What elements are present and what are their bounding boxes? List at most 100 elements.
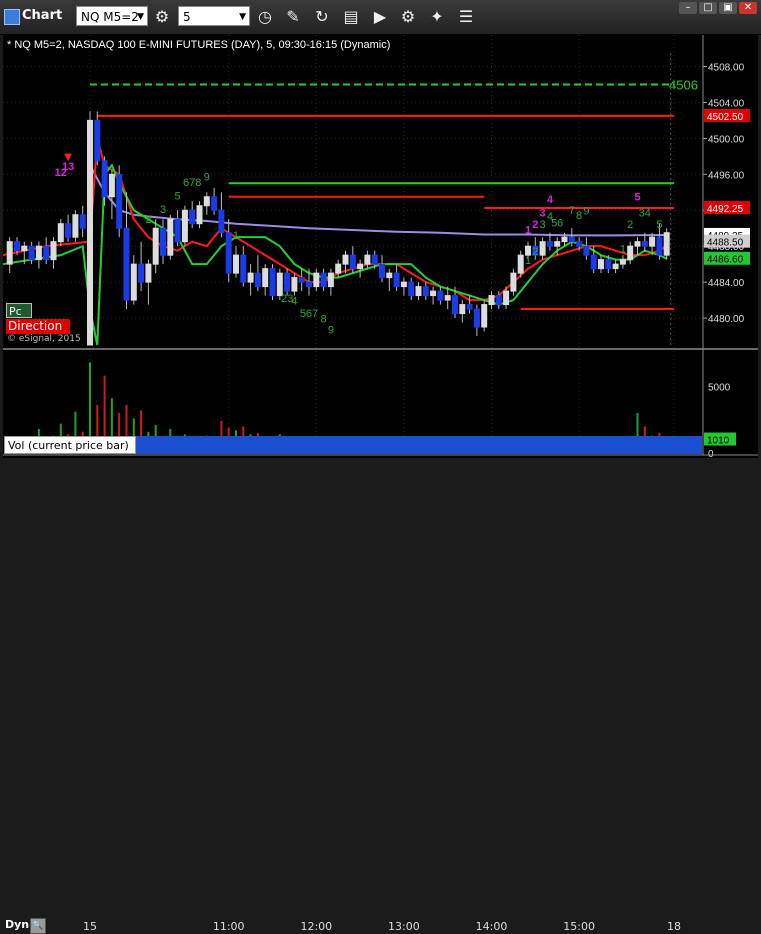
candle-body bbox=[87, 119, 93, 346]
candle-body bbox=[43, 245, 50, 261]
price-tick-label: 4504.00 bbox=[708, 98, 745, 109]
candle-body bbox=[284, 272, 291, 292]
direction-indicator[interactable]: Direction bbox=[6, 319, 70, 334]
candle-body bbox=[663, 232, 670, 256]
candle-body bbox=[641, 241, 648, 247]
candle-body bbox=[108, 173, 115, 198]
candle-body bbox=[612, 263, 619, 270]
candle-body bbox=[627, 245, 634, 261]
td-count-label: 1 bbox=[525, 255, 531, 267]
candle-body bbox=[561, 236, 568, 243]
candle-body bbox=[160, 227, 166, 256]
td-count-label: 2 bbox=[532, 219, 538, 231]
settings-icon[interactable]: ⚙ bbox=[151, 6, 173, 28]
candle-body bbox=[320, 272, 327, 288]
candle-body bbox=[6, 241, 13, 265]
candle-body bbox=[152, 227, 159, 265]
candle-body bbox=[291, 277, 298, 292]
candle-body bbox=[517, 254, 524, 274]
candle-body bbox=[430, 290, 437, 297]
candle-body bbox=[598, 259, 604, 270]
candle-body bbox=[473, 308, 480, 328]
time-tick-label: 18 bbox=[667, 920, 681, 933]
candle-body bbox=[306, 281, 312, 288]
candle-body bbox=[225, 232, 232, 274]
close-button[interactable]: ✕ bbox=[739, 2, 757, 14]
candle-body bbox=[349, 254, 356, 270]
symbol-list-icon[interactable]: ▤ bbox=[340, 6, 362, 28]
candle-body bbox=[408, 281, 415, 297]
candle-body bbox=[14, 241, 20, 252]
restore-button[interactable]: ▣ bbox=[719, 2, 737, 14]
td-count-label: 567 bbox=[300, 308, 318, 320]
candle-body bbox=[35, 245, 42, 261]
candle-body bbox=[203, 196, 210, 207]
candle-body bbox=[444, 295, 451, 301]
candle-body bbox=[174, 218, 181, 243]
candle-body bbox=[240, 254, 247, 283]
td-count-label: 5 bbox=[656, 219, 662, 231]
td-count-label: 56 bbox=[551, 217, 563, 229]
chevron-down-icon[interactable]: ▼ bbox=[137, 7, 144, 27]
price-tick-label: 4508.00 bbox=[708, 62, 745, 73]
candle-body bbox=[546, 241, 553, 247]
candle-body bbox=[72, 214, 79, 238]
candle-body bbox=[634, 241, 641, 247]
candle-body bbox=[28, 245, 35, 261]
candle-body bbox=[313, 272, 320, 288]
symbol-input[interactable]: NQ M5=2 ▼ bbox=[76, 6, 148, 26]
candle-body bbox=[386, 272, 393, 279]
td-count-label: 5 bbox=[175, 190, 181, 202]
pencil-icon[interactable]: ✎ bbox=[282, 6, 304, 28]
time-tick-label: 15:00 bbox=[563, 920, 595, 933]
candle-body bbox=[364, 254, 371, 265]
copyright: © eSignal, 2015 bbox=[7, 334, 81, 344]
candle-body bbox=[400, 281, 407, 288]
td-count-label: 2 bbox=[532, 246, 538, 258]
td-count-label: 4 bbox=[547, 194, 554, 206]
volume-strip bbox=[136, 436, 702, 454]
app-icon bbox=[4, 9, 20, 25]
candle-body bbox=[50, 241, 57, 261]
time-tick-label: 11:00 bbox=[212, 920, 245, 933]
candle-body bbox=[101, 160, 108, 198]
play-icon[interactable]: ▶ bbox=[369, 6, 391, 28]
candle-body bbox=[189, 209, 196, 225]
candle-body bbox=[415, 286, 422, 297]
refresh-icon[interactable]: ↻ bbox=[311, 6, 333, 28]
candle-body bbox=[298, 277, 305, 283]
candle-body bbox=[576, 241, 583, 247]
candle-body bbox=[218, 209, 225, 234]
notes-icon[interactable]: ☰ bbox=[455, 6, 477, 28]
candle-body bbox=[554, 241, 561, 247]
interval-input[interactable]: 5 ▼ bbox=[178, 6, 250, 26]
status-bar: Dyn 🔍 15 11:00 12:00 13:00 14:00 15:00 18 bbox=[0, 458, 761, 934]
gear-icon[interactable]: ⚙ bbox=[397, 6, 419, 28]
volume-study-label[interactable]: Vol (current price bar) bbox=[4, 436, 136, 454]
candle-body bbox=[196, 205, 203, 225]
candle-body bbox=[619, 259, 626, 265]
dyn-mode-label[interactable]: Dyn bbox=[5, 918, 29, 931]
candle-body bbox=[138, 263, 145, 283]
candle-body bbox=[459, 304, 466, 315]
pc-indicator[interactable]: Pc bbox=[6, 303, 32, 318]
candle-body bbox=[357, 263, 364, 270]
candle-body bbox=[211, 196, 218, 211]
minimize-button[interactable]: – bbox=[679, 2, 697, 14]
td-count-label: 1 bbox=[233, 230, 239, 242]
candle-body bbox=[181, 209, 188, 243]
candle-body bbox=[327, 272, 334, 288]
candle-body bbox=[488, 295, 495, 306]
chevron-down-icon[interactable]: ▼ bbox=[239, 7, 246, 27]
candle-body bbox=[525, 245, 531, 256]
candle-body bbox=[79, 214, 86, 229]
price-badge: 4488.50 bbox=[707, 238, 744, 249]
wrench-icon[interactable]: ✦ bbox=[426, 6, 448, 28]
td-count-label: 3 bbox=[160, 204, 166, 216]
clock-icon[interactable]: ◷ bbox=[254, 6, 276, 28]
zoom-icon[interactable]: 🔍 bbox=[30, 918, 46, 934]
price-tick-label: 4484.00 bbox=[708, 278, 745, 289]
maximize-button[interactable]: □ bbox=[699, 2, 717, 14]
candle-body bbox=[335, 263, 342, 274]
window-title: Chart bbox=[22, 8, 63, 23]
